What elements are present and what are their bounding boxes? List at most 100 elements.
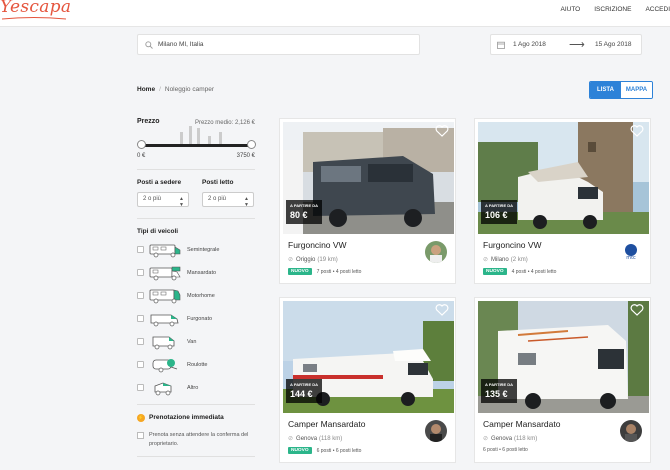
price-from-label: A PARTIRE DA: [290, 203, 318, 208]
view-toggle: LISTA MAPPA: [589, 81, 653, 99]
yescapa-logo[interactable]: Yescapa: [0, 0, 71, 17]
vehicle-type-van[interactable]: Van: [137, 334, 255, 350]
owner-avatar: [425, 420, 447, 442]
location-city: Origgio: [296, 256, 316, 263]
listing-meta: NUOVO 4 posti • 4 posti letto: [483, 268, 556, 275]
nav-help-link[interactable]: AIUTO: [560, 6, 580, 13]
vehicle-type-label: Altro: [187, 385, 199, 391]
lightning-icon: ⚡: [137, 414, 145, 422]
overcab-camper-icon: [149, 266, 181, 281]
price-max-value: 3750 €: [236, 153, 255, 159]
breadcrumb-current: Noleggio camper: [164, 86, 215, 93]
select-caret-icon: ▲ ▼: [179, 196, 184, 208]
location-pin-icon: ⊘: [288, 257, 294, 263]
search-icon: [145, 41, 153, 49]
new-badge: NUOVO: [288, 268, 312, 275]
nav-login-link[interactable]: ACCEDI: [645, 6, 670, 13]
location-search-input[interactable]: Milano MI, Italia: [137, 34, 420, 55]
vehicle-types-label: Tipi di veicoli: [137, 228, 179, 235]
seats-select[interactable]: 2 o più ▲ ▼: [137, 192, 189, 208]
listing-location: ⊘ Genova (118 km): [288, 435, 342, 443]
price-slider-track[interactable]: [139, 144, 252, 147]
seats-select-value: 2 o più: [143, 196, 162, 202]
location-distance: (19 km): [317, 256, 338, 263]
listing-capacity: 7 posti • 4 posti letto: [316, 268, 362, 275]
price-slider-max-handle[interactable]: [247, 140, 256, 149]
date-range-picker[interactable]: 1 Ago 2018 ⟶ 15 Ago 2018: [490, 34, 642, 55]
seats-label: Posti a sedere: [137, 179, 182, 186]
checkbox[interactable]: [137, 338, 144, 345]
instant-booking-checkbox[interactable]: [137, 432, 144, 439]
select-caret-icon: ▲ ▼: [244, 196, 249, 208]
favorite-heart-icon[interactable]: [630, 304, 644, 316]
checkbox[interactable]: [137, 269, 144, 276]
price-tag: A PARTIRE DA 80 €: [286, 200, 322, 224]
list-view-button[interactable]: LISTA: [590, 82, 621, 98]
breadcrumb-home[interactable]: Home: [137, 86, 155, 93]
top-nav: AIUTO ISCRIZIONE ACCEDI: [546, 6, 670, 13]
motorhome-icon: [149, 289, 181, 304]
location-city: Genova: [296, 435, 318, 442]
listing-title[interactable]: Camper Mansardato: [483, 419, 560, 429]
owner-avatar: [620, 420, 642, 442]
price-histogram: [177, 126, 227, 146]
listing-card[interactable]: A PARTIRE DA 144 € Camper Mansardato ⊘ G…: [279, 297, 456, 463]
vehicle-type-label: Semintegrale: [187, 247, 220, 253]
vehicle-type-label: Mansardato: [187, 270, 217, 276]
date-to[interactable]: 15 Ago 2018: [595, 41, 632, 48]
instant-booking-label: Prenotazione immediata: [149, 414, 224, 421]
divider: [137, 404, 255, 405]
checkbox[interactable]: [137, 315, 144, 322]
vehicle-type-label: Roulotte: [187, 362, 208, 368]
checkbox[interactable]: [137, 292, 144, 299]
price-amount: 106 €: [485, 210, 508, 220]
vehicle-type-roulotte[interactable]: Roulotte: [137, 357, 255, 373]
listing-capacity: 6 posti • 6 posti letto: [316, 447, 362, 454]
listing-capacity: 4 posti • 4 posti letto: [511, 268, 557, 275]
price-slider-min-handle[interactable]: [137, 140, 146, 149]
beds-select[interactable]: 2 o più ▲ ▼: [202, 192, 254, 208]
vehicle-type-mansardato[interactable]: Mansardato: [137, 265, 255, 281]
arrow-right-icon: ⟶: [569, 39, 585, 51]
listing-title[interactable]: Camper Mansardato: [288, 419, 365, 429]
calendar-icon: [497, 41, 505, 49]
breadcrumb-separator: /: [159, 86, 161, 93]
location-city: Genova: [491, 435, 513, 442]
favorite-heart-icon[interactable]: [435, 304, 449, 316]
location-distance: (118 km): [514, 435, 538, 442]
vehicle-type-label: Motorhome: [187, 293, 215, 299]
listing-location: ⊘ Milano (2 km): [483, 256, 528, 264]
top-header: Yescapa AIUTO ISCRIZIONE ACCEDI: [0, 0, 670, 27]
favorite-heart-icon[interactable]: [435, 125, 449, 137]
checkbox[interactable]: [137, 361, 144, 368]
divider: [137, 218, 255, 219]
vehicle-type-furgonato[interactable]: Furgonato: [137, 311, 255, 327]
price-tag: A PARTIRE DA 106 €: [481, 200, 517, 224]
histogram-bar: [189, 126, 192, 146]
nav-signup-link[interactable]: ISCRIZIONE: [594, 6, 631, 13]
listing-title[interactable]: Furgoncino VW: [288, 240, 347, 250]
vehicle-type-semintegrale[interactable]: Semintegrale: [137, 242, 255, 258]
checkbox[interactable]: [137, 384, 144, 391]
vehicle-type-motorhome[interactable]: Motorhome: [137, 288, 255, 304]
price-from-label: A PARTIRE DA: [485, 203, 513, 208]
listing-card[interactable]: A PARTIRE DA 135 € Camper Mansardato ⊘ G…: [474, 297, 651, 463]
svg-text:mtc: mtc: [626, 255, 636, 261]
other-vehicle-icon: [154, 382, 172, 396]
date-from[interactable]: 1 Ago 2018: [513, 41, 546, 48]
price-min-value: 0 €: [137, 153, 146, 159]
breadcrumb: Home / Noleggio camper: [137, 86, 214, 93]
vehicle-type-altro[interactable]: Altro: [137, 380, 255, 396]
divider: [137, 169, 255, 170]
checkbox[interactable]: [137, 246, 144, 253]
caravan-icon: [152, 359, 178, 373]
favorite-heart-icon[interactable]: [630, 125, 644, 137]
listing-card[interactable]: A PARTIRE DA 106 € Furgoncino VW mtc ⊘ M…: [474, 118, 651, 284]
listing-title[interactable]: Furgoncino VW: [483, 240, 542, 250]
new-badge: NUOVO: [483, 268, 507, 275]
price-tag: A PARTIRE DA 144 €: [286, 379, 322, 403]
listing-card[interactable]: A PARTIRE DA 80 € Furgoncino VW ⊘ Origgi…: [279, 118, 456, 284]
map-view-button[interactable]: MAPPA: [621, 82, 652, 98]
price-from-label: A PARTIRE DA: [290, 382, 318, 387]
price-amount: 80 €: [290, 210, 308, 220]
